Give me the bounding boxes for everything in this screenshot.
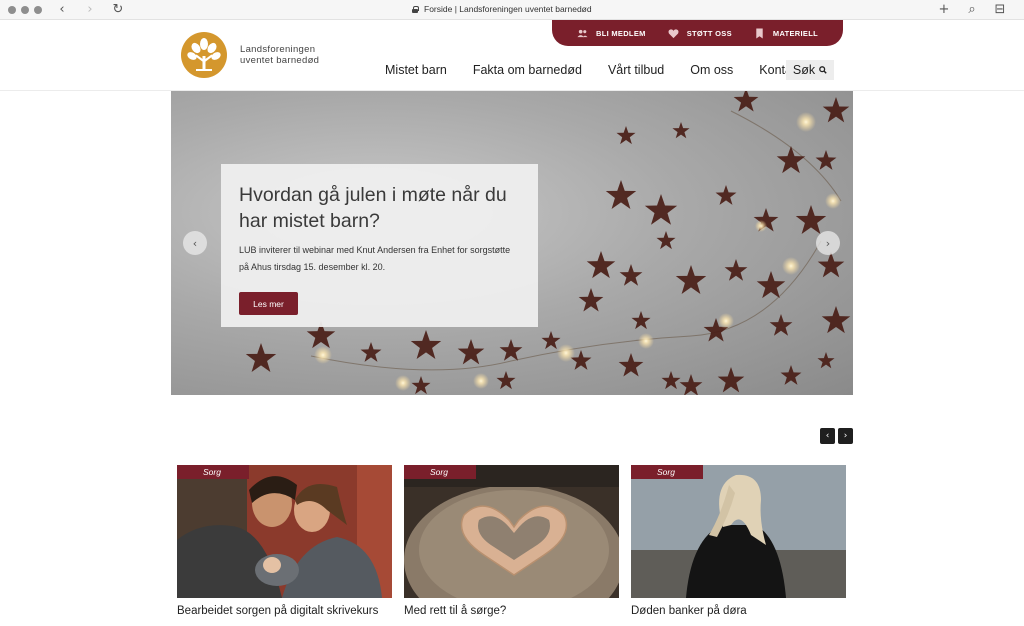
main-navigation: Mistet barn Fakta om barnedød Vårt tilbu… <box>385 63 828 77</box>
nav-item-vart-tilbud[interactable]: Vårt tilbud <box>608 63 664 77</box>
browser-search-button[interactable]: ⌕ <box>964 2 980 18</box>
search-icon <box>819 66 827 74</box>
brand-name[interactable]: Landsforeningen uventet barnedød <box>240 44 319 66</box>
bli-medlem-label: BLI MEDLEM <box>596 28 646 38</box>
heart-icon <box>668 28 679 38</box>
people-icon <box>577 29 588 37</box>
forward-button[interactable]: › <box>82 2 98 18</box>
article-card[interactable]: Sorg Med rett til å sørge? <box>404 465 619 617</box>
window-controls[interactable] <box>8 6 42 14</box>
category-tag[interactable]: Sorg <box>404 465 476 479</box>
sidebar-button[interactable]: ⊟ <box>992 2 1008 18</box>
nav-item-fakta[interactable]: Fakta om barnedød <box>473 63 582 77</box>
hero-card: Hvordan gå julen i møte når du har miste… <box>221 164 538 327</box>
address-bar[interactable]: Forside | Landsforeningen uventet barned… <box>412 4 592 14</box>
back-button[interactable]: ‹ <box>54 2 70 18</box>
nav-item-mistet-barn[interactable]: Mistet barn <box>385 63 447 77</box>
category-tag[interactable]: Sorg <box>631 465 703 479</box>
cards-next-button[interactable]: › <box>838 428 853 444</box>
category-tag[interactable]: Sorg <box>177 465 249 479</box>
materiell-label: MATERIELL <box>772 28 818 38</box>
materiell-link[interactable]: MATERIELL <box>754 27 818 39</box>
les-mer-button[interactable]: Les mer <box>239 292 298 315</box>
hero-prev-arrow[interactable]: ‹ <box>183 231 207 255</box>
lock-icon <box>412 5 419 13</box>
article-card[interactable]: Sorg Døden banker på døra <box>631 465 846 617</box>
hero-next-arrow[interactable]: › <box>816 231 840 255</box>
article-card[interactable]: Sorg Bearbeidet sorgen på digitalt skriv… <box>177 465 392 617</box>
article-image-heart-hands[interactable]: Sorg <box>404 465 619 598</box>
hero-text: LUB inviterer til webinar med Knut Ander… <box>239 245 511 272</box>
article-image-couple[interactable]: Sorg <box>177 465 392 598</box>
bookmark-icon <box>756 27 763 39</box>
article-image-woman[interactable]: Sorg <box>631 465 846 598</box>
stott-oss-link[interactable]: STØTT OSS <box>668 28 732 39</box>
hero-title[interactable]: Hvordan gå julen i møte når du har miste… <box>239 182 514 234</box>
site-header: Landsforeningen uventet barnedød BLI MED… <box>0 20 1024 91</box>
tree-logo-icon[interactable] <box>181 32 227 78</box>
brand-line-2: uventet barnedød <box>240 55 320 66</box>
page-title: Forside | Landsforeningen uventet barned… <box>424 4 592 14</box>
top-action-bar: BLI MEDLEM STØTT OSS MATERIELL <box>552 20 843 46</box>
bli-medlem-link[interactable]: BLI MEDLEM <box>577 28 646 39</box>
cards-prev-button[interactable]: ‹ <box>820 428 835 444</box>
article-title[interactable]: Døden banker på døra <box>631 605 846 617</box>
stott-oss-label: STØTT OSS <box>686 28 732 38</box>
reload-button[interactable]: ↻ <box>110 2 126 18</box>
search-label: Søk <box>792 63 816 77</box>
nav-item-om-oss[interactable]: Om oss <box>690 63 733 77</box>
browser-toolbar: ‹ › ↻ Forside | Landsforeningen uventet … <box>0 0 1024 20</box>
new-tab-button[interactable]: + <box>936 2 952 18</box>
brand-line-1: Landsforeningen <box>240 44 316 55</box>
article-title[interactable]: Bearbeidet sorgen på digitalt skrivekurs <box>177 605 392 617</box>
article-title[interactable]: Med rett til å sørge? <box>404 605 619 617</box>
hero-slider: ‹ › Hvordan gå julen i møte når du har m… <box>171 91 853 395</box>
search-button[interactable]: Søk <box>786 60 834 80</box>
